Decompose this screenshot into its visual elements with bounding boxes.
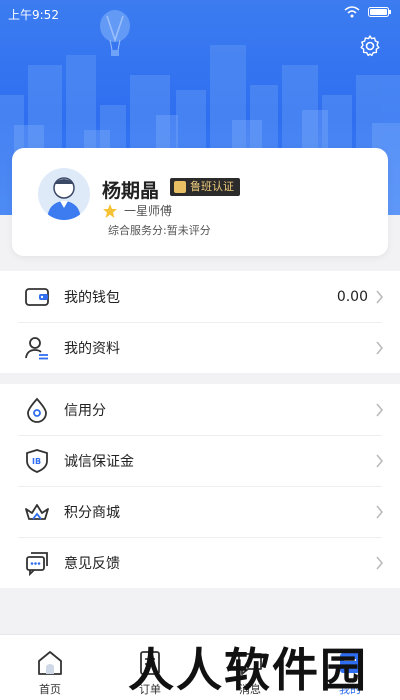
chevron-right-icon bbox=[376, 289, 384, 304]
services-group: 信用分 IB 诚信保证金 积分商城 意见反馈 bbox=[0, 384, 400, 588]
status-bar: 上午9:52 bbox=[0, 0, 400, 26]
user-name: 杨期晶 bbox=[102, 180, 160, 202]
deposit-label: 诚信保证金 bbox=[64, 453, 134, 470]
settings-gear-icon[interactable] bbox=[358, 34, 382, 58]
tab-home-label: 首页 bbox=[39, 683, 61, 696]
chevron-right-icon bbox=[376, 504, 384, 519]
profile-info-row[interactable]: 我的资料 bbox=[0, 322, 400, 373]
certification-badge: 鲁班认证 bbox=[170, 178, 240, 196]
points-mall-row[interactable]: 积分商城 bbox=[0, 486, 400, 537]
chevron-right-icon bbox=[376, 453, 384, 468]
profile-info-label: 我的资料 bbox=[64, 340, 120, 357]
feedback-icon bbox=[26, 552, 48, 576]
profile-card[interactable]: 杨期晶 鲁班认证 一星师傅 综合服务分:暂未评分 bbox=[12, 148, 388, 256]
level-label: 一星师傅 bbox=[124, 204, 173, 218]
status-time: 上午9:52 bbox=[8, 8, 59, 22]
chevron-right-icon bbox=[376, 555, 384, 570]
points-mall-label: 积分商城 bbox=[64, 504, 120, 521]
certification-badge-icon bbox=[174, 181, 186, 193]
shield-icon: IB bbox=[26, 449, 48, 473]
avatar[interactable] bbox=[38, 168, 90, 220]
deposit-row[interactable]: IB 诚信保证金 bbox=[0, 435, 400, 486]
watermark-text: 人人软件园 bbox=[128, 643, 368, 697]
chevron-right-icon bbox=[376, 340, 384, 355]
service-score: 综合服务分:暂未评分 bbox=[108, 224, 211, 237]
tab-home[interactable]: 首页 bbox=[0, 635, 100, 700]
profile-icon bbox=[25, 337, 48, 360]
wifi-icon bbox=[344, 6, 360, 18]
status-icons bbox=[344, 6, 392, 18]
certification-label: 鲁班认证 bbox=[190, 180, 234, 193]
wallet-icon bbox=[25, 288, 49, 306]
feedback-label: 意见反馈 bbox=[64, 555, 120, 572]
star-icon bbox=[103, 203, 117, 218]
crown-icon bbox=[25, 504, 49, 520]
credit-drop-icon bbox=[27, 397, 47, 423]
wallet-balance: 0.00 bbox=[336, 288, 368, 305]
wallet-label: 我的钱包 bbox=[64, 289, 120, 306]
battery-icon bbox=[368, 7, 391, 17]
user-avatar-icon bbox=[47, 177, 81, 220]
feedback-row[interactable]: 意见反馈 bbox=[0, 537, 400, 588]
account-group: 我的钱包 0.00 我的资料 bbox=[0, 271, 400, 373]
watermark-overlay: 人人软件园 bbox=[128, 634, 398, 700]
credit-score-row[interactable]: 信用分 bbox=[0, 384, 400, 435]
chevron-right-icon bbox=[376, 402, 384, 417]
svg-text:IB: IB bbox=[32, 457, 41, 466]
level-row: 一星师傅 bbox=[102, 202, 172, 219]
wallet-row[interactable]: 我的钱包 0.00 bbox=[0, 271, 400, 322]
home-icon bbox=[38, 651, 62, 675]
credit-score-label: 信用分 bbox=[64, 402, 106, 419]
